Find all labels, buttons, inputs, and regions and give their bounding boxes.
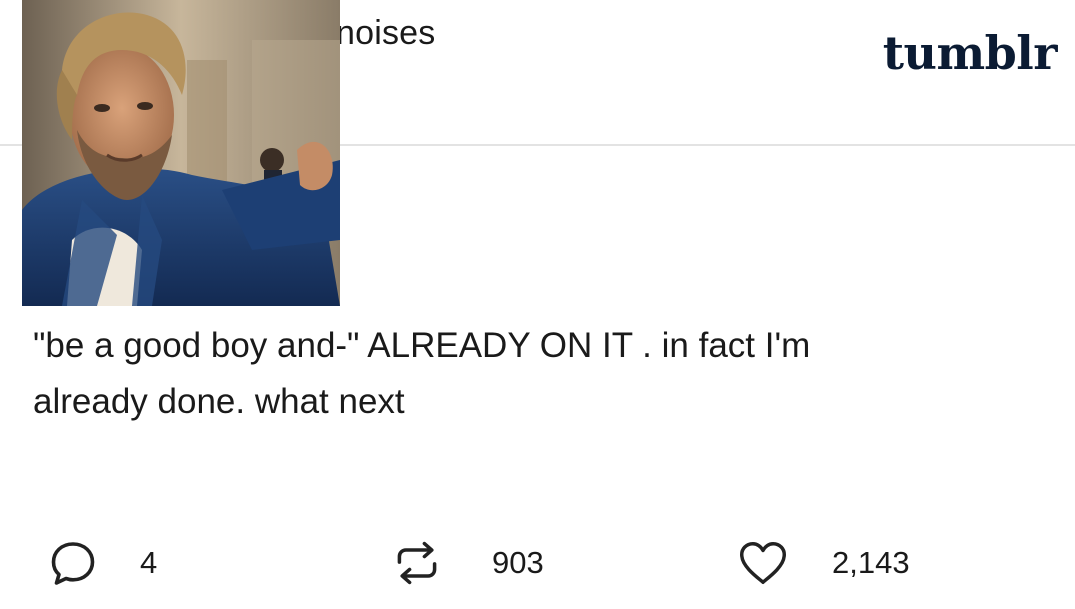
like-button[interactable]: 2,143 [738, 538, 910, 588]
comments-button[interactable]: 4 [48, 538, 157, 588]
post-footer: 4 903 2,143 [0, 520, 1075, 600]
post-text-line: already done. what next [33, 382, 405, 421]
post-avatar-photo[interactable] [22, 0, 340, 306]
comments-count: 4 [140, 545, 158, 580]
likes-count: 2,143 [832, 545, 910, 580]
reblog-arrows-icon [392, 538, 442, 588]
heart-icon [738, 538, 788, 588]
tumblr-logo[interactable]: tumblr [883, 26, 1058, 80]
reblogs-count: 903 [492, 545, 544, 580]
comment-bubble-icon [48, 538, 98, 588]
post-body: "be a good boy and-" ALREADY ON IT . in … [33, 318, 1013, 430]
post-text-line: "be a good boy and-" ALREADY ON IT . in … [33, 326, 811, 365]
post-username[interactable]: noises [336, 14, 435, 53]
reblog-button[interactable]: 903 [392, 538, 544, 588]
